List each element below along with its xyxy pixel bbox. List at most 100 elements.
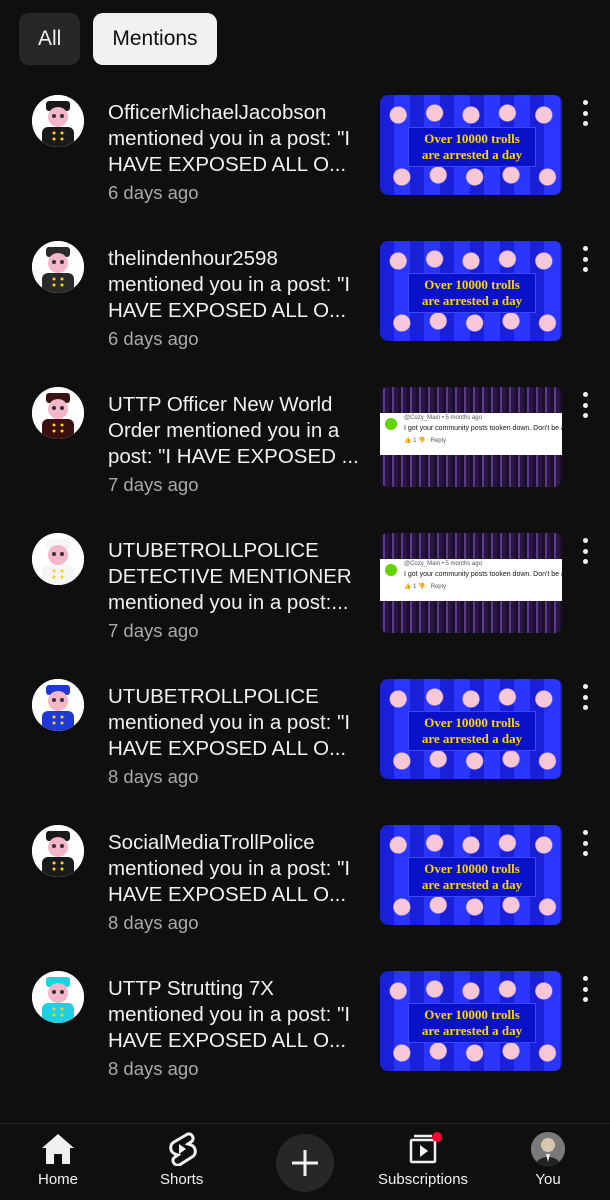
notification-time: 8 days ago (108, 766, 199, 787)
nav-you[interactable]: You (531, 1132, 565, 1188)
notification-time: 8 days ago (108, 912, 199, 933)
notification-item[interactable]: SocialMediaTrollPolice mentioned you in … (0, 822, 610, 968)
nav-home[interactable]: Home (38, 1132, 78, 1188)
notification-message: UTTP Strutting 7X mentioned you in a pos… (108, 977, 351, 1052)
nav-subscriptions[interactable]: Subscriptions (378, 1132, 468, 1188)
chip-mentions[interactable]: Mentions (93, 13, 217, 65)
notification-time: 6 days ago (108, 182, 199, 203)
shorts-icon (168, 1132, 197, 1166)
notification-text: UTUBETROLLPOLICE mentioned you in a post… (108, 684, 366, 789)
plus-icon (292, 1150, 318, 1176)
banner-text: Over 10000 trolls are arrested a day (408, 1003, 536, 1043)
notification-item[interactable]: UTTP Officer New World Order mentioned y… (0, 384, 610, 530)
notification-text: OfficerMichaelJacobson mentioned you in … (108, 100, 366, 205)
banner-line-2: are arrested a day (421, 293, 523, 308)
notification-time: 8 days ago (108, 1058, 199, 1079)
comment-actions: 👍 1 👎 Reply (404, 584, 446, 590)
notification-message: thelindenhour2598 mentioned you in a pos… (108, 247, 351, 322)
avatar[interactable] (32, 95, 84, 147)
notification-message: OfficerMichaelJacobson mentioned you in … (108, 101, 351, 176)
thumbnail-banner: Over 10000 trolls are arrested a day (380, 825, 562, 925)
more-options-icon[interactable] (574, 244, 596, 274)
notification-text: UTTP Officer New World Order mentioned y… (108, 392, 366, 497)
notification-item[interactable]: thelindenhour2598 mentioned you in a pos… (0, 238, 610, 384)
avatar[interactable] (32, 679, 84, 731)
banner-line-2: are arrested a day (421, 147, 523, 162)
comment-ago: 5 months ago (445, 561, 482, 567)
avatar[interactable] (32, 533, 84, 585)
nav-you-label: You (535, 1171, 561, 1188)
notification-time: 7 days ago (108, 474, 199, 495)
comment-meta: @Cozy_Main • 5 months ago (404, 415, 482, 421)
banner-line-1: Over 10000 trolls (424, 861, 520, 876)
notification-time: 6 days ago (108, 328, 199, 349)
banner-line-1: Over 10000 trolls (424, 131, 520, 146)
notification-item[interactable]: UTUBETROLLPOLICE DETECTIVE MENTIONER men… (0, 530, 610, 676)
thumbnail-banner: Over 10000 trolls are arrested a day (380, 679, 562, 779)
create-button[interactable] (276, 1134, 334, 1192)
banner-line-1: Over 10000 trolls (424, 277, 520, 292)
comment-card: @Cozy_Main • 5 months ago I got your com… (380, 559, 562, 601)
notification-thumbnail[interactable]: Over 10000 trolls are arrested a day (380, 825, 562, 925)
notification-message: UTTP Officer New World Order mentioned y… (108, 393, 359, 468)
more-options-icon[interactable] (574, 98, 596, 128)
banner-line-1: Over 10000 trolls (424, 1007, 520, 1022)
thumbnail-banner: Over 10000 trolls are arrested a day (380, 971, 562, 1071)
notification-thumbnail[interactable]: Over 10000 trolls are arrested a day (380, 95, 562, 195)
avatar[interactable] (32, 971, 84, 1023)
banner-line-2: are arrested a day (421, 1023, 523, 1038)
more-options-icon[interactable] (574, 974, 596, 1004)
notification-message: UTUBETROLLPOLICE mentioned you in a post… (108, 685, 351, 760)
avatar[interactable] (32, 825, 84, 877)
banner-line-2: are arrested a day (421, 731, 523, 746)
subscriptions-icon (409, 1132, 443, 1164)
notification-item[interactable]: UTUBETROLLPOLICE mentioned you in a post… (0, 676, 610, 822)
notification-thumbnail[interactable]: @Cozy_Main • 5 months ago I got your com… (380, 533, 562, 633)
nav-shorts-label: Shorts (160, 1171, 204, 1188)
notification-item[interactable]: OfficerMichaelJacobson mentioned you in … (0, 92, 610, 238)
bottom-nav: Home Shorts Subscriptions You (0, 1123, 610, 1200)
notification-text: SocialMediaTrollPolice mentioned you in … (108, 830, 366, 935)
filter-chips: All Mentions (19, 13, 217, 65)
comment-user: @Cozy_Main (404, 561, 441, 567)
commenter-avatar (385, 564, 397, 576)
comment-meta: @Cozy_Main • 5 months ago (404, 561, 482, 567)
comment-text: I got your community posts tooken down. … (404, 425, 562, 432)
banner-line-2: are arrested a day (421, 877, 523, 892)
more-options-icon[interactable] (574, 828, 596, 858)
nav-home-label: Home (38, 1171, 79, 1188)
notification-thumbnail[interactable]: Over 10000 trolls are arrested a day (380, 971, 562, 1071)
banner-text: Over 10000 trolls are arrested a day (408, 273, 536, 313)
more-options-icon[interactable] (574, 390, 596, 420)
nav-subscriptions-label: Subscriptions (378, 1171, 469, 1188)
notification-text: thelindenhour2598 mentioned you in a pos… (108, 246, 366, 351)
commenter-avatar (385, 418, 397, 430)
avatar[interactable] (32, 387, 84, 439)
more-options-icon[interactable] (574, 536, 596, 566)
banner-text: Over 10000 trolls are arrested a day (408, 127, 536, 167)
more-options-icon[interactable] (574, 682, 596, 712)
comment-actions: 👍 1 👎 Reply (404, 438, 446, 444)
home-icon (42, 1134, 74, 1164)
chip-all[interactable]: All (19, 13, 81, 65)
notification-thumbnail[interactable]: Over 10000 trolls are arrested a day (380, 679, 562, 779)
notification-item[interactable]: UTTP Strutting 7X mentioned you in a pos… (0, 968, 610, 1114)
notification-list: OfficerMichaelJacobson mentioned you in … (0, 92, 610, 1114)
thumbnail-banner: Over 10000 trolls are arrested a day (380, 95, 562, 195)
thumbnail-comment: @Cozy_Main • 5 months ago I got your com… (380, 533, 562, 633)
comment-text: I got your community posts tooken down. … (404, 571, 562, 578)
thumbnail-banner: Over 10000 trolls are arrested a day (380, 241, 562, 341)
banner-text: Over 10000 trolls are arrested a day (408, 711, 536, 751)
notification-thumbnail[interactable]: @Cozy_Main • 5 months ago I got your com… (380, 387, 562, 487)
nav-shorts[interactable]: Shorts (160, 1132, 203, 1188)
comment-user: @Cozy_Main (404, 415, 441, 421)
profile-avatar (531, 1132, 565, 1166)
comment-card: @Cozy_Main • 5 months ago I got your com… (380, 413, 562, 455)
avatar[interactable] (32, 241, 84, 293)
notification-thumbnail[interactable]: Over 10000 trolls are arrested a day (380, 241, 562, 341)
comment-reply: Reply (430, 438, 446, 444)
notification-dot (432, 1132, 443, 1142)
notification-time: 7 days ago (108, 620, 199, 641)
notification-message: UTUBETROLLPOLICE DETECTIVE MENTIONER men… (108, 539, 352, 614)
banner-text: Over 10000 trolls are arrested a day (408, 857, 536, 897)
